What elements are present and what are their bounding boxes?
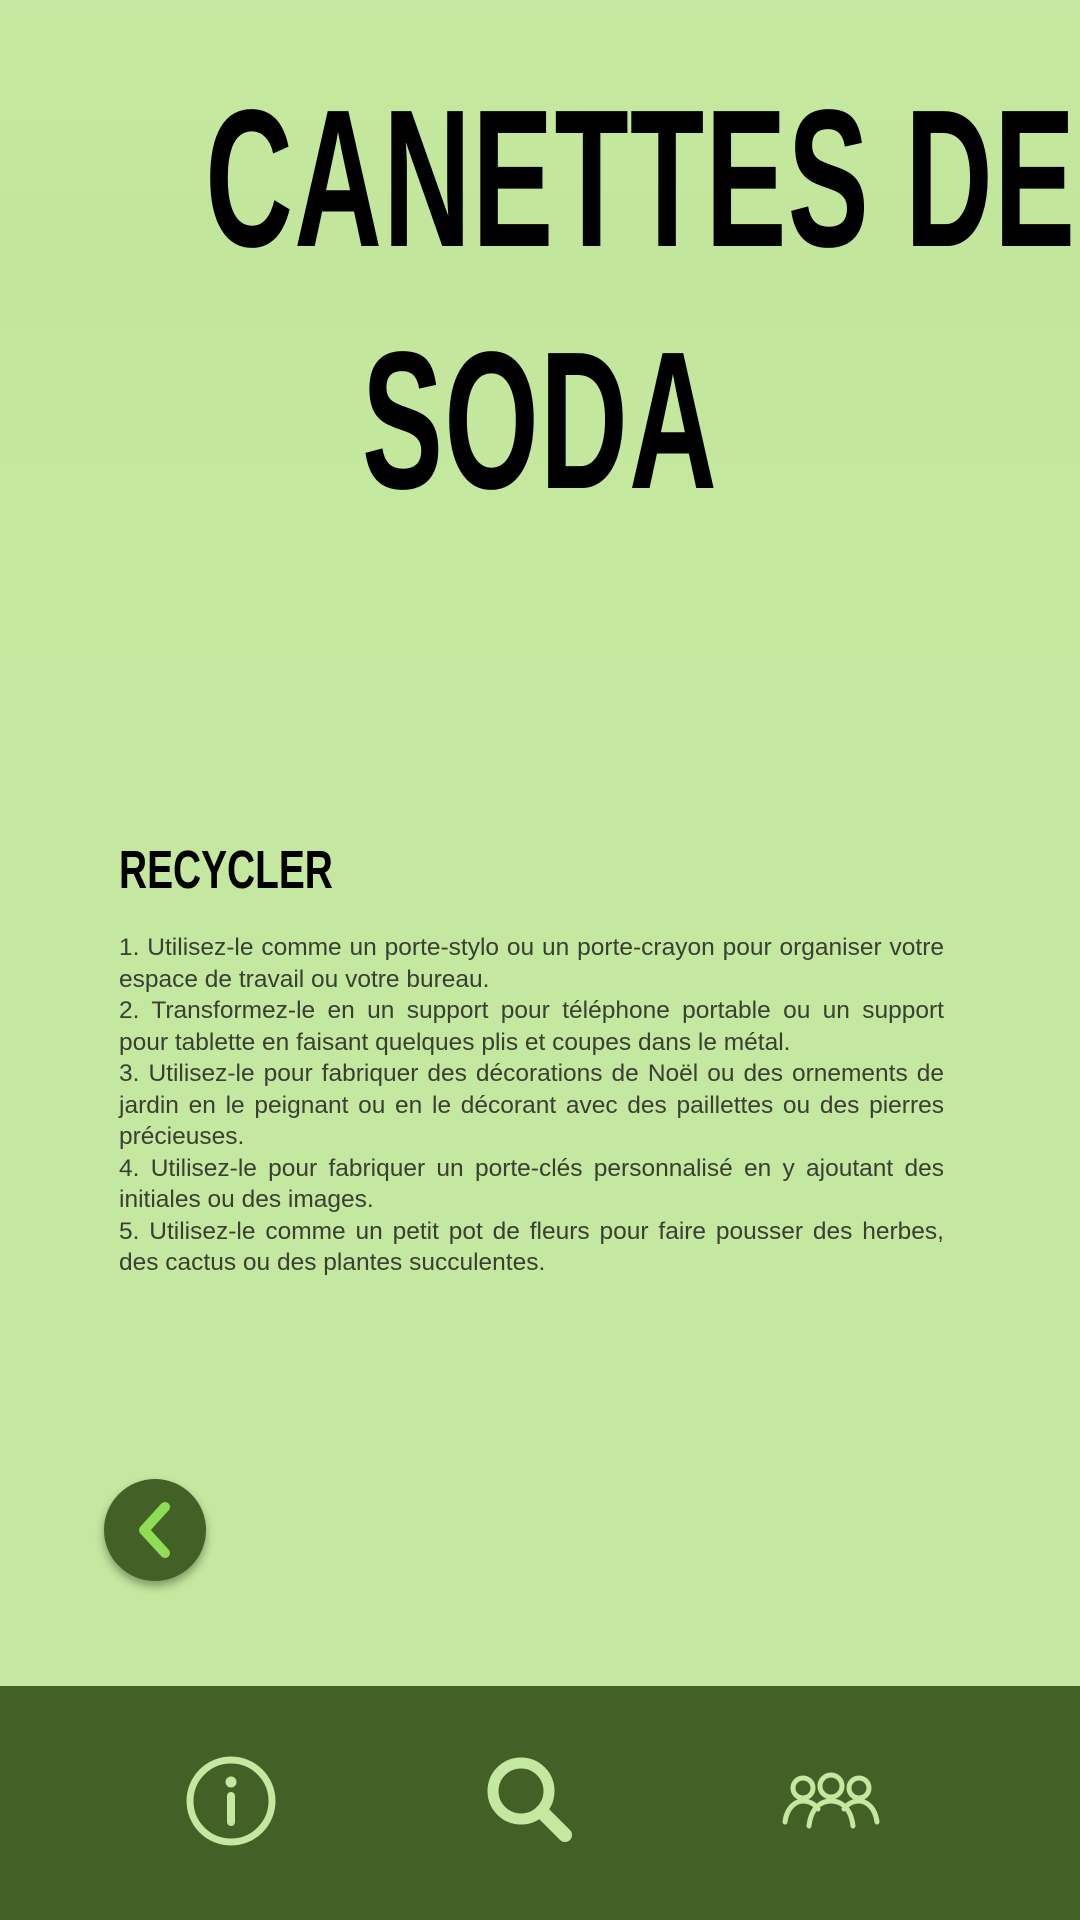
tip-item: 4. Utilisez-le pour fabriquer un porte-c… [119,1154,944,1214]
chevron-left-icon [139,1502,170,1558]
back-button[interactable] [104,1479,206,1581]
page-title: CANETTES DE SODA [205,58,1077,542]
people-group-icon [782,1772,880,1829]
recycling-tips-list: 1. Utilisez-le comme un porte-stylo ou u… [119,932,944,1279]
nav-info-button[interactable] [176,1746,286,1856]
search-icon [487,1757,572,1842]
info-icon [186,1756,276,1846]
tip-item: 2. Transformez-le en un support pour tél… [119,997,944,1056]
nav-team-button[interactable] [776,1746,886,1856]
main-content: CANETTES DE SODA RECYCLER 1. Utilisez-le… [0,0,1080,1686]
tip-item: 3. Utilisez-le pour fabriquer des décora… [119,1060,944,1150]
tip-item: 5. Utilisez-le comme un petit pot de fle… [119,1217,944,1277]
page-title-line-2: SODA [361,311,719,530]
nav-search-button[interactable] [476,1746,586,1856]
tip-item: 1. Utilisez-le comme un porte-stylo ou u… [119,934,944,993]
page-title-line-1: CANETTES DE [205,69,1077,288]
bottom-navigation-bar [0,1686,1080,1920]
section-heading: RECYCLER [119,840,333,900]
